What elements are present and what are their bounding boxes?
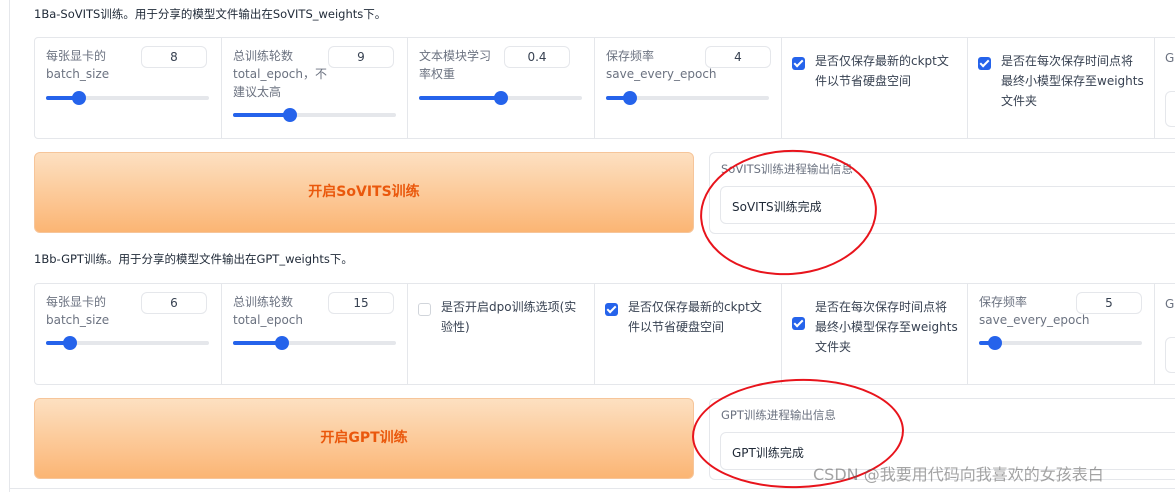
gpt-total-epoch-label: 总训练轮数 total_epoch — [233, 295, 303, 327]
gpt-batch-size-label: 每张显卡的 batch_size — [46, 295, 110, 327]
sovits-output-value: SoVITS训练完成 — [732, 200, 822, 214]
gpt-save-small-label: 是否在每次保存时间点将 最终小模型保存至weights 文件夹 — [815, 300, 958, 354]
sovits-batch-size-input[interactable]: 8 — [141, 46, 207, 68]
sovits-text-lr-control: 文本模块学习 率权重 0.4 — [408, 38, 595, 138]
frame-border-bottom — [9, 488, 1175, 489]
slider-thumb[interactable] — [63, 336, 78, 350]
sovits-save-freq-slider[interactable] — [606, 88, 769, 108]
sovits-total-epoch-control: 总训练轮数 total_epoch，不 建议太高 9 — [222, 38, 408, 138]
slider-thumb[interactable] — [274, 336, 289, 350]
sovits-text-lr-input[interactable]: 0.4 — [504, 46, 570, 68]
sovits-text-lr-slider[interactable] — [419, 88, 582, 108]
sovits-output-panel: SoVITS训练进程输出信息 SoVITS训练完成 — [709, 152, 1175, 234]
sovits-partial-label: GP — [1165, 51, 1175, 65]
gpt-save-freq-slider[interactable] — [979, 333, 1142, 353]
gpt-batch-size-slider[interactable] — [46, 333, 209, 353]
sovits-save-latest-label: 是否仅保存最新的ckpt文 件以节省硬盘空间 — [815, 54, 949, 88]
sovits-save-latest-control: 是否仅保存最新的ckpt文 件以节省硬盘空间 — [782, 38, 968, 138]
sovits-batch-size-slider[interactable] — [46, 88, 209, 108]
gpt-save-freq-input[interactable]: 5 — [1076, 292, 1142, 314]
sovits-text-lr-label: 文本模块学习 率权重 — [419, 49, 492, 81]
sovits-output-label: SoVITS训练进程输出信息 — [721, 162, 853, 176]
sovits-total-epoch-input[interactable]: 9 — [328, 46, 394, 68]
gpt-save-freq-label: 保存频率 save_every_epoch — [979, 295, 1090, 327]
gpt-partial-label: GP — [1165, 297, 1175, 311]
slider-thumb[interactable] — [493, 91, 508, 105]
sovits-total-epoch-label: 总训练轮数 total_epoch，不 建议太高 — [233, 49, 327, 99]
gpt-save-latest-label: 是否仅保存最新的ckpt文 件以节省硬盘空间 — [628, 300, 762, 334]
sovits-partial-input[interactable] — [1165, 91, 1175, 127]
gpt-save-small-control: 是否在每次保存时间点将 最终小模型保存至weights 文件夹 — [782, 284, 968, 384]
sovits-partial-control: GP — [1155, 38, 1175, 138]
slider-thumb[interactable] — [623, 91, 638, 105]
gpt-dpo-control: 是否开启dpo训练选项(实 验性) — [408, 284, 595, 384]
gpt-total-epoch-control: 总训练轮数 total_epoch 15 — [222, 284, 408, 384]
sovits-save-small-checkbox[interactable] — [978, 57, 991, 70]
sovits-save-small-control: 是否在每次保存时间点将 最终小模型保存至weights 文件夹 — [968, 38, 1155, 138]
gpt-dpo-checkbox[interactable] — [418, 303, 431, 316]
gpt-batch-size-input[interactable]: 6 — [141, 292, 207, 314]
gpt-section-title: 1Bb-GPT训练。用于分享的模型文件输出在GPT_weights下。 — [34, 252, 353, 266]
csdn-watermark: CSDN @我要用代码向我喜欢的女孩表白 — [813, 465, 1104, 484]
sovits-output-textbox[interactable]: SoVITS训练完成 — [720, 186, 1175, 224]
sovits-save-latest-checkbox[interactable] — [792, 57, 805, 70]
sovits-save-freq-control: 保存频率 save_every_epoch 4 — [595, 38, 782, 138]
gpt-save-small-checkbox[interactable] — [792, 317, 805, 330]
gpt-output-value: GPT训练完成 — [732, 446, 804, 460]
check-icon — [793, 57, 804, 68]
gpt-partial-control: GP — [1155, 284, 1175, 384]
sovits-section-title: 1Ba-SoVITS训练。用于分享的模型文件输出在SoVITS_weights下… — [34, 7, 387, 21]
gpt-save-latest-checkbox[interactable] — [605, 303, 618, 316]
sovits-save-freq-label: 保存频率 save_every_epoch — [606, 49, 717, 81]
sovits-batch-size-control: 每张显卡的 batch_size 8 — [35, 38, 222, 138]
frame-border-left — [9, 0, 10, 492]
sovits-total-epoch-slider[interactable] — [233, 105, 396, 125]
sovits-save-small-label: 是否在每次保存时间点将 最终小模型保存至weights 文件夹 — [1001, 54, 1144, 108]
gpt-output-label: GPT训练进程输出信息 — [721, 408, 836, 422]
gpt-partial-input[interactable] — [1165, 337, 1175, 373]
check-icon — [793, 317, 804, 328]
start-gpt-training-button[interactable]: 开启GPT训练 — [34, 398, 694, 479]
sovits-params-row: 每张显卡的 batch_size 8 总训练轮数 total_epoch，不 建… — [34, 37, 1175, 139]
slider-thumb[interactable] — [283, 108, 298, 122]
gpt-total-epoch-input[interactable]: 15 — [328, 292, 394, 314]
start-sovits-training-button[interactable]: 开启SoVITS训练 — [34, 152, 694, 233]
gpt-save-freq-control: 保存频率 save_every_epoch 5 — [968, 284, 1155, 384]
gpt-batch-size-control: 每张显卡的 batch_size 6 — [35, 284, 222, 384]
gpt-save-latest-control: 是否仅保存最新的ckpt文 件以节省硬盘空间 — [595, 284, 782, 384]
check-icon — [606, 303, 617, 314]
check-icon — [979, 57, 990, 68]
gpt-params-row: 每张显卡的 batch_size 6 总训练轮数 total_epoch 15 … — [34, 283, 1175, 385]
gpt-total-epoch-slider[interactable] — [233, 333, 396, 353]
slider-thumb[interactable] — [71, 91, 86, 105]
gpt-dpo-label: 是否开启dpo训练选项(实 验性) — [441, 300, 577, 334]
slider-thumb[interactable] — [988, 336, 1003, 350]
sovits-batch-size-label: 每张显卡的 batch_size — [46, 49, 110, 81]
sovits-save-freq-input[interactable]: 4 — [705, 46, 771, 68]
